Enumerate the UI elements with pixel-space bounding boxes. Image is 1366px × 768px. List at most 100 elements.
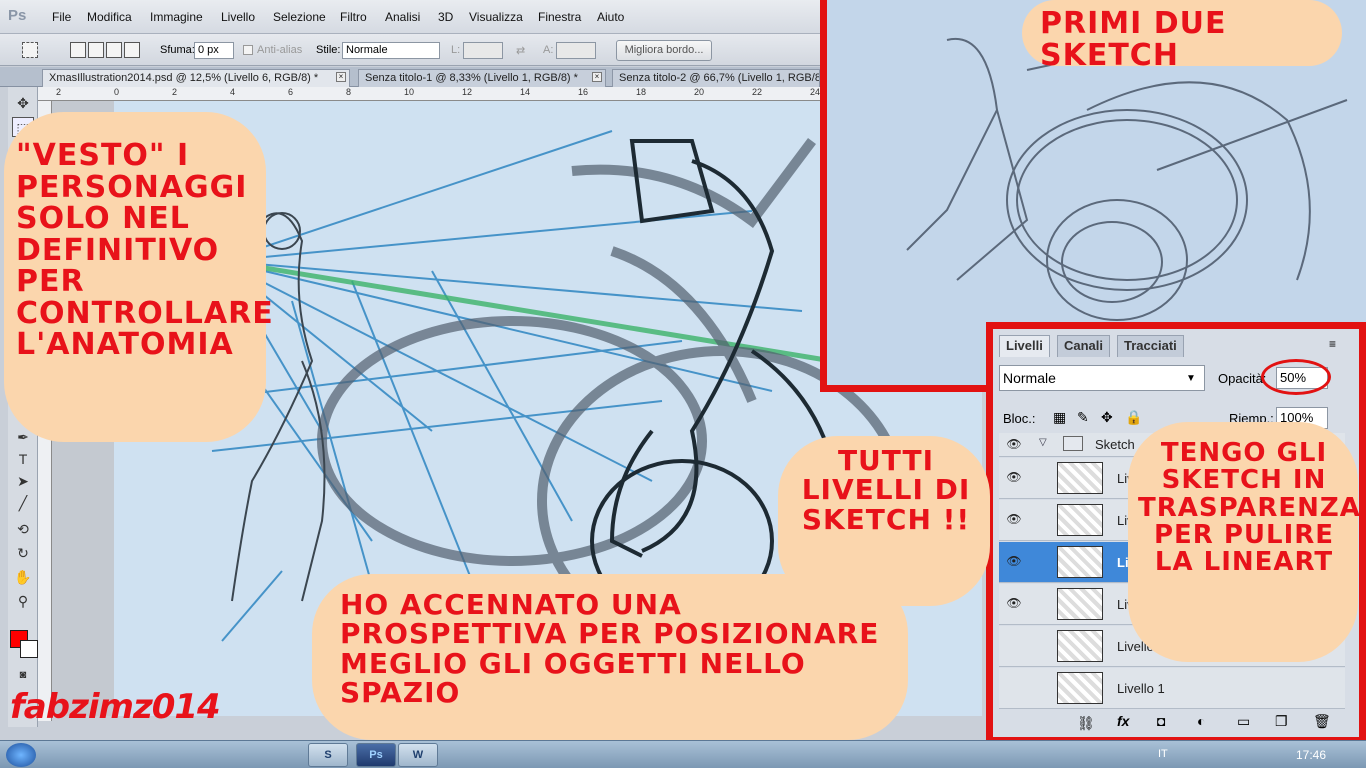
- eye-icon[interactable]: 👁: [1003, 596, 1025, 612]
- feather-label: Sfuma:: [160, 44, 195, 56]
- start-button-icon[interactable]: [6, 743, 36, 767]
- annotation-inset: Primi due sketch: [1040, 6, 1227, 73]
- style-select[interactable]: Normale: [342, 42, 440, 59]
- ruler-tick: 12: [462, 87, 473, 97]
- layer-row[interactable]: Livello 1: [999, 668, 1345, 709]
- ruler-tick: 0: [114, 87, 120, 97]
- antialias-checkbox[interactable]: [243, 45, 253, 55]
- ruler-tick: 6: [288, 87, 294, 97]
- feather-input[interactable]: 0 px: [194, 42, 234, 59]
- menu-selezione[interactable]: Selezione: [273, 10, 326, 24]
- fx-icon[interactable]: fx: [1117, 713, 1129, 729]
- close-icon[interactable]: ×: [592, 72, 602, 82]
- marquee-preset-icon[interactable]: [22, 42, 38, 58]
- tab-senza-titolo-1[interactable]: Senza titolo-1 @ 8,33% (Livello 1, RGB/8…: [358, 69, 606, 87]
- menu-modifica[interactable]: Modifica: [87, 10, 132, 24]
- move-tool-icon[interactable]: ✥: [12, 93, 34, 113]
- photoshop-taskbar-icon[interactable]: Ps: [356, 743, 396, 767]
- new-selection-icon[interactable]: [70, 42, 86, 58]
- width-label: L:: [451, 44, 461, 56]
- word-icon[interactable]: W: [398, 743, 438, 767]
- lock-label: Bloc.:: [1003, 411, 1036, 426]
- ruler-tick: 8: [346, 87, 352, 97]
- layer-thumbnail: [1057, 462, 1103, 494]
- menu-visualizza[interactable]: Visualizza: [469, 10, 523, 24]
- background-color-swatch[interactable]: [20, 640, 38, 658]
- 3d-orbit-icon[interactable]: ↻: [12, 543, 34, 563]
- folder-icon: [1063, 436, 1083, 451]
- line-tool-icon[interactable]: ╱: [12, 493, 34, 513]
- intersect-selection-icon[interactable]: [124, 42, 140, 58]
- adjustment-layer-icon[interactable]: ◐: [1197, 713, 1205, 729]
- eye-hidden-icon[interactable]: [1003, 680, 1025, 696]
- tab-xmas-illustration[interactable]: XmasIllustration2014.psd @ 12,5% (Livell…: [42, 69, 350, 87]
- menu-file[interactable]: File: [52, 10, 71, 24]
- menu-aiuto[interactable]: Aiuto: [597, 10, 624, 24]
- menu-analisi[interactable]: Analisi: [385, 10, 420, 24]
- layer-thumbnail: [1057, 546, 1103, 578]
- new-layer-icon[interactable]: ❐: [1275, 713, 1288, 730]
- opacity-highlight-circle: [1261, 359, 1331, 395]
- height-input[interactable]: [556, 42, 596, 59]
- hand-tool-icon[interactable]: ✋: [12, 567, 34, 587]
- path-selection-icon[interactable]: ➤: [12, 471, 34, 491]
- menu-3d[interactable]: 3D: [438, 10, 453, 24]
- lock-all-icon[interactable]: 🔒: [1125, 409, 1142, 426]
- document-tabs: XmasIllustration2014.psd @ 12,5% (Livell…: [0, 67, 820, 87]
- type-tool-icon[interactable]: T: [12, 449, 34, 469]
- ruler-tick: 2: [172, 87, 178, 97]
- annotation-layers: Tutti livelli di sketch !!: [801, 444, 971, 536]
- subtract-selection-icon[interactable]: [106, 42, 122, 58]
- layer-thumbnail: [1057, 630, 1103, 662]
- menu-finestra[interactable]: Finestra: [538, 10, 581, 24]
- menu-filtro[interactable]: Filtro: [340, 10, 367, 24]
- annotation-anatomy: "Vesto" i personaggi solo nel definitivo…: [16, 138, 274, 362]
- group-expand-icon[interactable]: ▽: [1039, 437, 1047, 448]
- 3d-rotate-icon[interactable]: ⟲: [12, 519, 34, 539]
- eye-hidden-icon[interactable]: [1003, 638, 1025, 654]
- refine-edge-button[interactable]: Migliora bordo...: [616, 40, 712, 61]
- menu-immagine[interactable]: Immagine: [150, 10, 203, 24]
- chevron-down-icon[interactable]: ▼: [1186, 373, 1196, 384]
- eye-icon[interactable]: 👁: [1003, 437, 1025, 453]
- add-selection-icon[interactable]: [88, 42, 104, 58]
- ruler-tick: 22: [752, 87, 763, 97]
- height-label: A:: [543, 44, 554, 56]
- taskbar: S Ps W IT 17:46: [0, 740, 1366, 768]
- swap-icon[interactable]: ⇄: [516, 44, 525, 57]
- quick-mask-icon[interactable]: ◙: [12, 665, 34, 685]
- trash-icon[interactable]: 🗑: [1313, 713, 1331, 730]
- eye-icon[interactable]: 👁: [1003, 512, 1025, 528]
- lock-paint-icon[interactable]: ✎: [1077, 409, 1089, 426]
- ruler-tick: 10: [404, 87, 415, 97]
- layer-mask-icon[interactable]: ◘: [1157, 713, 1165, 729]
- antialias-label: Anti-alias: [257, 44, 303, 56]
- width-input[interactable]: [463, 42, 503, 59]
- eye-icon[interactable]: 👁: [1003, 554, 1025, 570]
- tab-tracciati[interactable]: Tracciati: [1117, 335, 1184, 357]
- tab-senza-titolo-2[interactable]: Senza titolo-2 @ 66,7% (Livello 1, RGB/8: [612, 69, 820, 87]
- ruler-tick: 16: [578, 87, 589, 97]
- skype-icon[interactable]: S: [308, 743, 348, 767]
- link-layers-icon[interactable]: ⛓: [1077, 715, 1095, 732]
- close-icon[interactable]: ×: [336, 72, 346, 82]
- tab-canali[interactable]: Canali: [1057, 335, 1111, 357]
- menu-livello[interactable]: Livello: [221, 10, 255, 24]
- eye-icon[interactable]: 👁: [1003, 470, 1025, 486]
- blend-mode-select[interactable]: Normale: [999, 365, 1205, 391]
- tab-label: XmasIllustration2014.psd @ 12,5% (Livell…: [49, 72, 319, 84]
- layer-name: Livello 1: [1117, 681, 1165, 696]
- signature: fabzimz014: [10, 687, 221, 727]
- tab-livelli[interactable]: Livelli: [999, 335, 1050, 357]
- annotation-transparency: Tengo gli sketch in trasparenza per puli…: [1138, 438, 1361, 578]
- panel-menu-icon[interactable]: ≡: [1329, 337, 1336, 351]
- language-indicator[interactable]: IT: [1158, 748, 1168, 760]
- ruler-tick: 24: [810, 87, 821, 97]
- annotation-perspective: Ho accennato una prospettiva per posizio…: [340, 588, 880, 710]
- lock-transparency-icon[interactable]: ▦: [1053, 409, 1066, 426]
- clock[interactable]: 17:46: [1296, 748, 1326, 762]
- zoom-tool-icon[interactable]: ⚲: [12, 591, 34, 611]
- new-group-icon[interactable]: ▭: [1237, 713, 1250, 730]
- ruler-horizontal: 2 0 2 4 6 8 10 12 14 16 18 20 22 24: [38, 87, 820, 101]
- lock-position-icon[interactable]: ✥: [1101, 409, 1113, 426]
